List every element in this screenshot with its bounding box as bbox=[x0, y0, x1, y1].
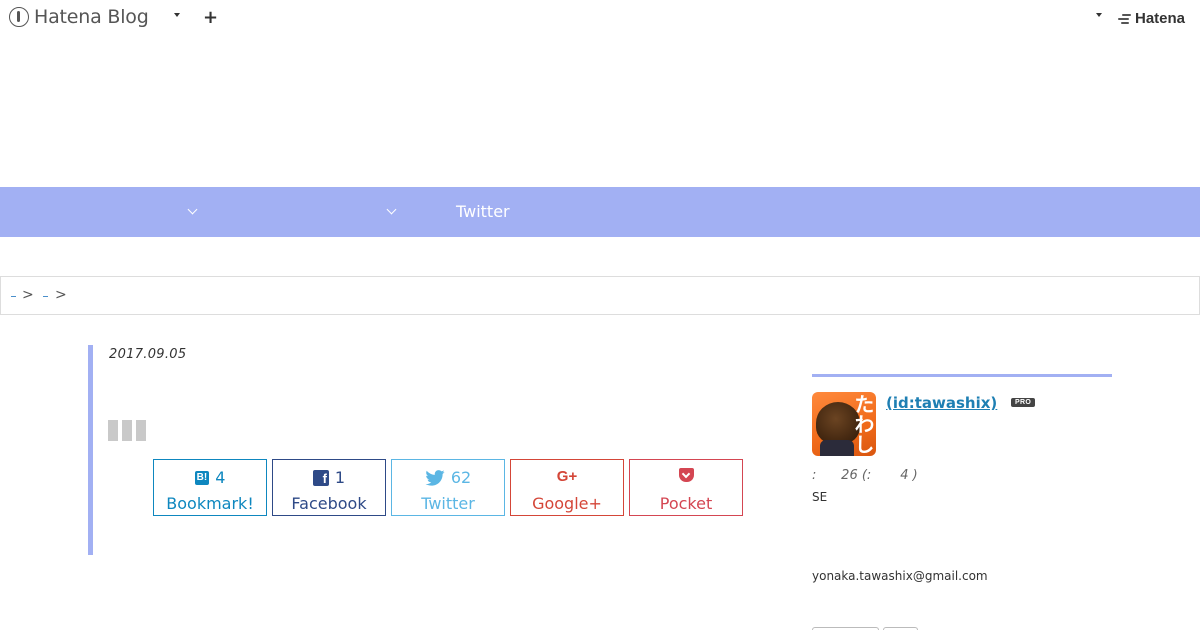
pocket-label: Pocket bbox=[659, 494, 713, 513]
profile-meta: : 26 (: 4 ) bbox=[812, 468, 918, 483]
menu-caret-icon[interactable] bbox=[174, 13, 180, 17]
logo-text: Hatena Blog bbox=[34, 6, 149, 28]
profile-email: yonaka.tawashix@gmail.com bbox=[812, 569, 988, 583]
add-post-button[interactable]: + bbox=[203, 7, 218, 28]
hatena-bookmark-share-button[interactable]: B! 4 Bookmark! bbox=[153, 459, 267, 516]
article-entry: 2017.09.05 B! 4 Bookmark! f 1 Facebook 6… bbox=[88, 345, 768, 555]
pocket-share-button[interactable]: Pocket bbox=[629, 459, 743, 516]
breadcrumb-separator: > bbox=[22, 287, 34, 303]
breadcrumb-link-category[interactable] bbox=[43, 296, 48, 297]
user-menu-caret-icon[interactable] bbox=[1096, 13, 1102, 17]
twitter-bird-icon bbox=[425, 469, 445, 486]
profile-name-link[interactable]: (id:tawashix) bbox=[886, 394, 997, 412]
sidebar-divider bbox=[812, 374, 1112, 377]
breadcrumb-link-home[interactable] bbox=[11, 296, 16, 297]
hatena-lines-icon bbox=[1118, 12, 1132, 26]
nav-twitter-link[interactable]: Twitter bbox=[456, 202, 510, 221]
google-plus-share-button[interactable]: G+ Google+ bbox=[510, 459, 624, 516]
facebook-count: 1 bbox=[334, 468, 346, 487]
avatar[interactable]: たわし bbox=[812, 392, 876, 456]
blog-nav-bar: Twitter bbox=[0, 187, 1200, 237]
hatena-bookmark-icon: B! bbox=[194, 470, 210, 485]
bookmark-count: 4 bbox=[215, 468, 226, 487]
hatena-link[interactable]: Hatena bbox=[1118, 10, 1185, 27]
entry-placeholder-blocks bbox=[108, 420, 146, 441]
breadcrumb: > > bbox=[0, 276, 1200, 315]
global-header: Hatena Blog + Hatena bbox=[0, 0, 1200, 38]
avatar-text: たわし bbox=[851, 394, 875, 454]
nav-dropdown-1-chevron-icon[interactable] bbox=[187, 204, 198, 215]
nav-dropdown-2-chevron-icon[interactable] bbox=[386, 204, 397, 215]
profile-bio: SE bbox=[812, 490, 828, 504]
hatena-blog-logo-icon bbox=[9, 7, 29, 27]
facebook-icon: f bbox=[312, 469, 329, 486]
google-plus-icon: G+ bbox=[556, 468, 578, 485]
hatena-blog-logo[interactable]: Hatena Blog bbox=[9, 6, 149, 28]
breadcrumb-separator: > bbox=[55, 287, 67, 303]
pocket-icon bbox=[678, 468, 694, 482]
pro-badge: PRO bbox=[1011, 398, 1036, 407]
entry-date[interactable]: 2017.09.05 bbox=[109, 347, 186, 362]
google-plus-label: Google+ bbox=[532, 494, 602, 513]
bookmark-label: Bookmark! bbox=[166, 494, 254, 513]
facebook-label: Facebook bbox=[291, 494, 367, 513]
hatena-text: Hatena bbox=[1135, 10, 1186, 27]
facebook-share-button[interactable]: f 1 Facebook bbox=[272, 459, 386, 516]
avatar-body-shape bbox=[820, 440, 854, 456]
twitter-count: 62 bbox=[450, 468, 472, 487]
twitter-label: Twitter bbox=[421, 494, 475, 513]
twitter-share-button[interactable]: 62 Twitter bbox=[391, 459, 505, 516]
sidebar-profile: たわし (id:tawashix) PRO : 26 (: 4 ) SE yon… bbox=[812, 374, 1112, 630]
